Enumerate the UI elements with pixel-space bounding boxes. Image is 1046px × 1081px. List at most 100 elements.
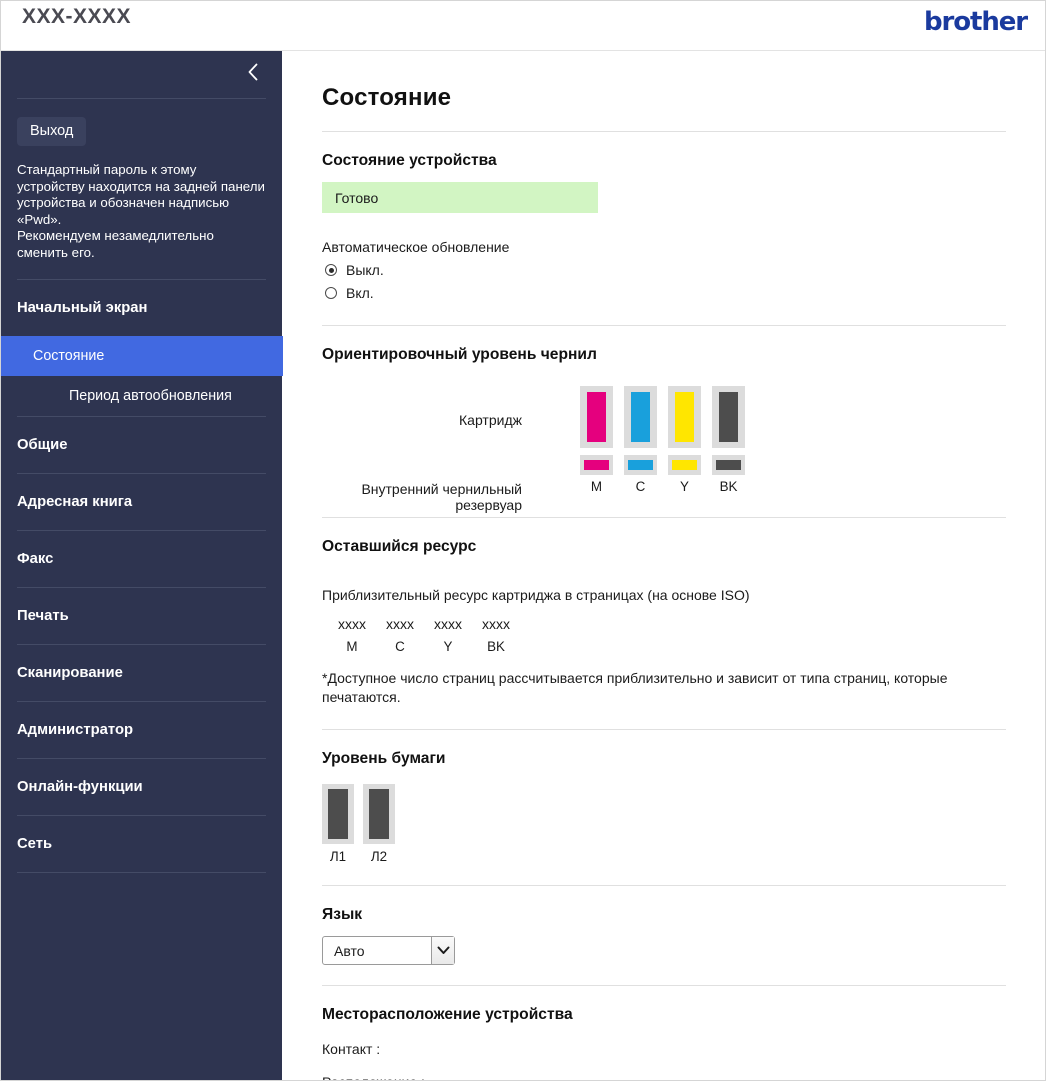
device-model-name: XXX-XXXX (22, 5, 132, 28)
paper-gauge-tray1: Л1 (322, 784, 354, 864)
paper-level-heading: Уровень бумаги (322, 750, 446, 767)
web-based-management-page: XXX-XXXX brother Выход Стандартный парол… (0, 0, 1046, 1081)
divider (322, 885, 1006, 886)
logout-button-wrap: Выход (1, 99, 282, 146)
tank-fill-c (628, 460, 653, 470)
device-status-heading: Состояние устройства (322, 152, 497, 169)
sidebar-item-administrator[interactable]: Администратор (17, 702, 266, 758)
auto-refresh-option-off-label: Выкл. (346, 262, 384, 278)
ink-gauge-m: M (580, 386, 613, 494)
language-heading: Язык (322, 906, 363, 923)
language-select-value: Авто (334, 942, 365, 959)
yield-letter-m: M (346, 639, 358, 654)
paper-fill-tray1 (328, 789, 348, 839)
paper-gauges: Л1 Л2 (322, 784, 1006, 864)
remaining-life-heading: Оставшийся ресурс (322, 538, 477, 555)
auto-refresh-option-on[interactable]: Вкл. (322, 285, 1006, 301)
sidebar-group-refresh-period: Период автообновления (17, 376, 266, 417)
divider (322, 131, 1006, 132)
main-content: Состояние Состояние устройства Готово Ав… (283, 51, 1045, 1080)
tank-fill-y (672, 460, 697, 470)
sidebar-item-address-book[interactable]: Адресная книга (17, 474, 266, 530)
ink-level-heading: Ориентировочный уровень чернил (322, 346, 597, 363)
auto-refresh-label: Автоматическое обновление (322, 239, 510, 255)
cartridge-yield-letters: M C Y BK (322, 639, 1006, 654)
ink-letter-bk: BK (719, 479, 738, 494)
default-password-note: Стандартный пароль к этому устройству на… (17, 162, 266, 280)
paper-label-tray2: Л2 (370, 849, 388, 864)
cartridge-yield-note: *Доступное число страниц рассчитывается … (322, 670, 948, 705)
sidebar-collapse-row (17, 51, 266, 99)
yield-letter-c: C (395, 639, 405, 654)
cartridge-gauge-m (580, 386, 613, 448)
cartridge-gauge-y (668, 386, 701, 448)
paper-frame-tray1 (322, 784, 354, 844)
contact-label: Контакт : (322, 1041, 381, 1057)
ink-gauge-c: C (624, 386, 657, 494)
page-title: Состояние (322, 84, 452, 111)
logout-button[interactable]: Выход (17, 117, 87, 146)
device-location-heading: Месторасположение устройства (322, 1006, 573, 1023)
sidebar-group-scan: Сканирование (17, 645, 266, 702)
device-status-value: Готово (322, 182, 598, 213)
radio-off-icon[interactable] (325, 264, 337, 276)
yield-value-y: xxxx (434, 616, 462, 632)
sidebar-item-fax[interactable]: Факс (17, 531, 266, 587)
sidebar-item-network[interactable]: Сеть (17, 816, 266, 872)
yield-value-m: xxxx (338, 616, 366, 632)
sidebar-item-general[interactable]: Общие (17, 417, 266, 473)
chevron-left-icon[interactable] (240, 59, 266, 85)
ink-gauge-bk: BK (712, 386, 745, 494)
brother-logo: brother (924, 7, 1028, 37)
sidebar-group-home: Начальный экран (17, 280, 266, 336)
ink-letter-m: M (590, 479, 603, 494)
yield-value-bk: xxxx (482, 616, 510, 632)
divider (322, 517, 1006, 518)
sidebar-item-home[interactable]: Начальный экран (17, 280, 266, 336)
internal-ink-tank-row-label: Внутренний чернильный резервуар (361, 481, 522, 513)
sidebar-item-online-functions[interactable]: Онлайн-функции (17, 759, 266, 815)
sidebar-navigation: Выход Стандартный пароль к этому устройс… (1, 51, 298, 1080)
cartridge-fill-bk (719, 392, 738, 442)
tank-gauge-m (580, 455, 613, 475)
tank-fill-m (584, 460, 609, 470)
cartridge-fill-c (631, 392, 650, 442)
divider (322, 325, 1006, 326)
divider (322, 729, 1006, 730)
sidebar-item-status[interactable]: Состояние (1, 335, 298, 376)
cartridge-fill-y (675, 392, 694, 442)
sidebar-group-network: Сеть (17, 816, 266, 873)
cartridge-gauge-c (624, 386, 657, 448)
sidebar-item-scan[interactable]: Сканирование (17, 645, 266, 701)
ink-gauges: M C Y BK (580, 386, 745, 494)
sidebar-group-address-book: Адресная книга (17, 474, 266, 531)
tank-gauge-y (668, 455, 701, 475)
chevron-down-icon[interactable] (431, 937, 454, 964)
yield-value-c: xxxx (386, 616, 414, 632)
tank-gauge-c (624, 455, 657, 475)
radio-on-icon[interactable] (325, 287, 337, 299)
ink-letter-y: Y (680, 479, 689, 494)
sidebar-group-online-functions: Онлайн-функции (17, 759, 266, 816)
yield-letter-y: Y (443, 639, 453, 654)
cartridge-row-label: Картридж (459, 412, 522, 428)
divider (322, 985, 1006, 986)
language-select[interactable]: Авто (322, 936, 455, 965)
sidebar-group-print: Печать (17, 588, 266, 645)
cartridge-fill-m (587, 392, 606, 442)
ink-gauge-y: Y (668, 386, 701, 494)
cartridge-gauge-bk (712, 386, 745, 448)
yield-letter-bk: BK (487, 639, 505, 654)
tank-fill-bk (716, 460, 741, 470)
paper-frame-tray2 (363, 784, 395, 844)
auto-refresh-option-off[interactable]: Выкл. (322, 262, 1006, 278)
sidebar-item-print[interactable]: Печать (17, 588, 266, 644)
paper-gauge-tray2: Л2 (363, 784, 395, 864)
cartridge-yield-description: Приблизительный ресурс картриджа в стран… (322, 587, 750, 603)
cartridge-yield-values: xxxx xxxx xxxx xxxx (322, 616, 1006, 632)
auto-refresh-option-on-label: Вкл. (346, 285, 374, 301)
paper-fill-tray2 (369, 789, 389, 839)
sidebar-group-general: Общие (17, 417, 266, 474)
sidebar-item-auto-refresh-period[interactable]: Период автообновления (1, 376, 282, 416)
location-label: Расположение : (322, 1074, 1006, 1080)
